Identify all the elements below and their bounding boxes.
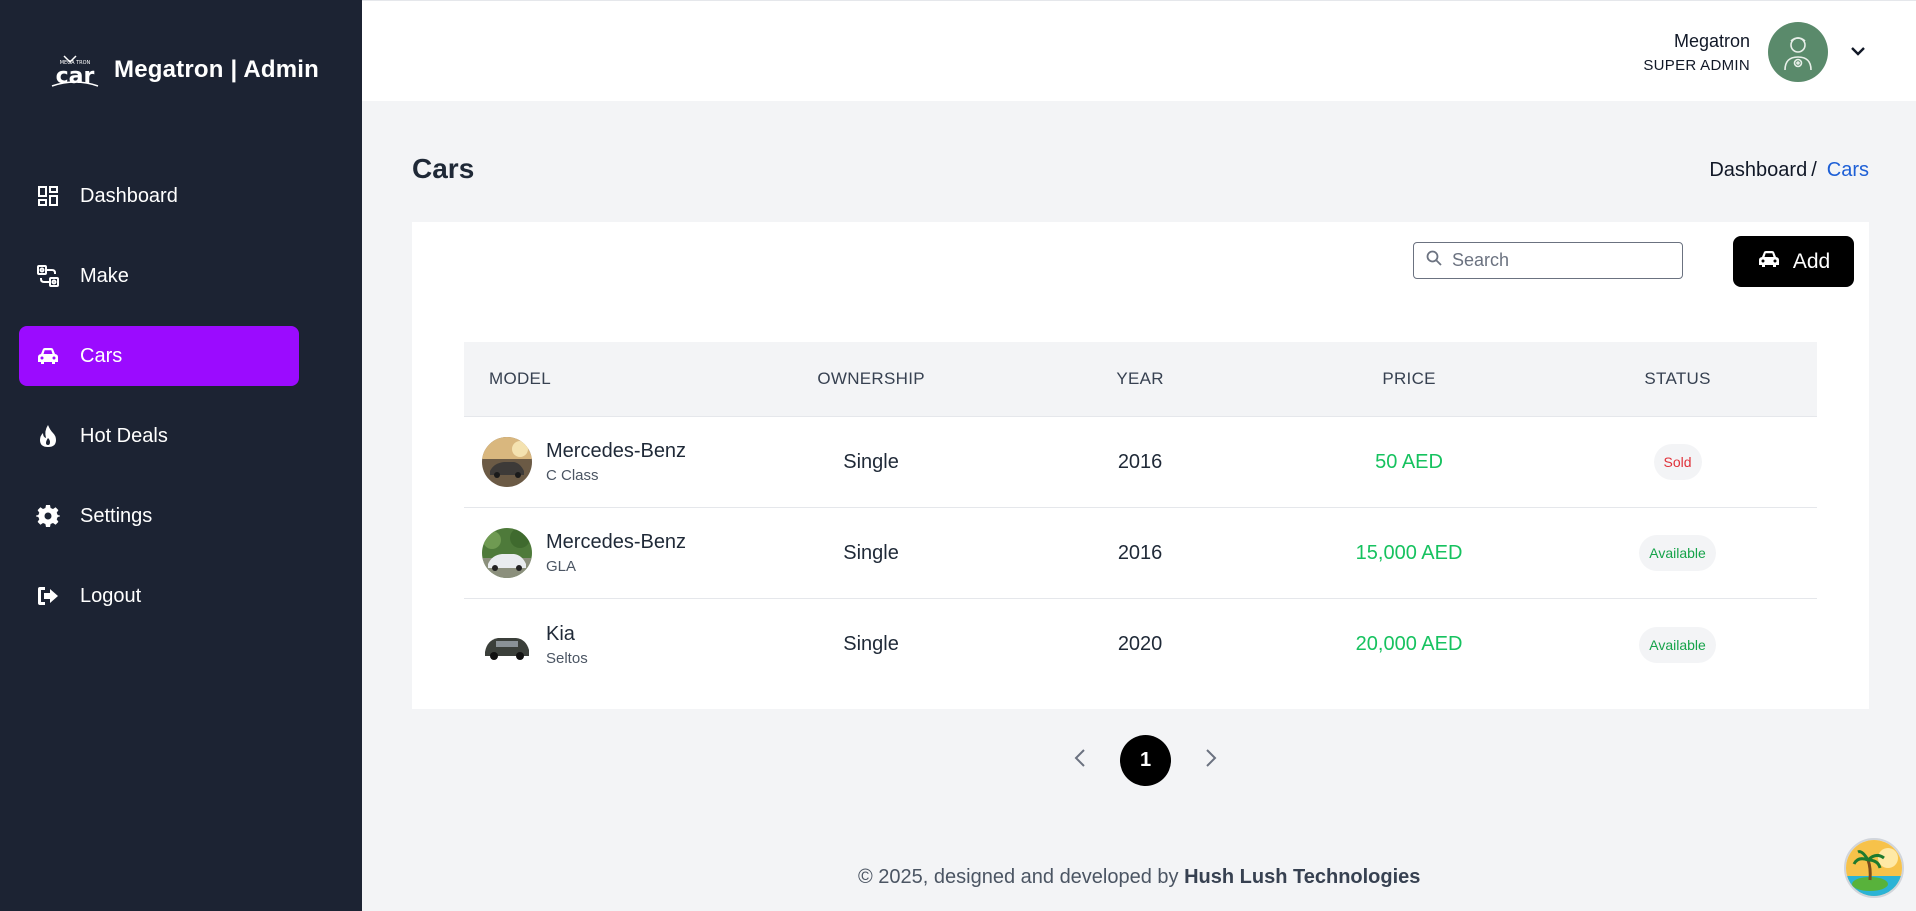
breadcrumb-separator: /	[1811, 159, 1817, 181]
sidebar-item-settings[interactable]: Settings	[19, 486, 299, 546]
column-header-price[interactable]: PRICE	[1280, 369, 1538, 389]
table-header: MODEL OWNERSHIP YEAR PRICE STATUS	[464, 342, 1817, 417]
table-row[interactable]: Mercedes-Benz GLA Single 2016 15,000 AED…	[464, 508, 1817, 599]
car-thumbnail	[482, 528, 532, 578]
model-cell: Mercedes-Benz GLA	[464, 528, 742, 578]
car-make: Kia	[546, 622, 575, 645]
pagination: 1	[1060, 735, 1231, 786]
model-cell: Kia Seltos	[464, 619, 742, 670]
model-text: Kia Seltos	[546, 623, 588, 667]
sidebar-item-label: Settings	[80, 504, 153, 527]
status-badge: Available	[1639, 535, 1716, 571]
gear-icon	[33, 501, 63, 531]
column-header-model[interactable]: MODEL	[464, 369, 742, 389]
price-cell: 20,000 AED	[1355, 633, 1463, 655]
user-info: Megatron SUPER ADMIN	[1643, 31, 1750, 74]
chevron-right-icon	[1205, 748, 1217, 773]
top-header: Megatron SUPER ADMIN	[362, 0, 1916, 101]
price-cell: 50 AED	[1375, 450, 1443, 473]
status-cell: Sold	[1538, 444, 1817, 480]
sidebar-item-label: Make	[80, 264, 129, 287]
user-name: Megatron	[1673, 31, 1750, 51]
add-car-button[interactable]: Add	[1733, 236, 1854, 287]
sidebar-item-cars[interactable]: Cars	[19, 326, 299, 386]
dashboard-icon	[33, 181, 63, 211]
ownership-cell: Single	[843, 450, 899, 473]
car-thumbnail	[482, 437, 532, 487]
sidebar-item-make[interactable]: Make	[19, 246, 299, 306]
page-number-button[interactable]: 1	[1120, 735, 1171, 786]
sidebar-item-label: Hot Deals	[80, 424, 168, 447]
footer-company: Hush Lush Technologies	[1184, 866, 1421, 888]
car-make: Mercedes-Benz	[546, 531, 687, 553]
sidebar-item-dashboard[interactable]: Dashboard	[19, 166, 299, 226]
year-cell: 2016	[1117, 450, 1163, 473]
beach-icon	[1846, 840, 1902, 896]
chevron-left-icon	[1074, 748, 1086, 773]
user-role: SUPER ADMIN	[1643, 57, 1750, 74]
avatar[interactable]	[1768, 22, 1828, 82]
year-cell: 2020	[1117, 633, 1163, 655]
car-icon	[33, 341, 63, 371]
ownership-cell: Single	[843, 541, 899, 564]
table-row[interactable]: Kia Seltos Single 2020 20,000 AED Availa…	[464, 599, 1817, 690]
model-text: Mercedes-Benz GLA	[546, 531, 686, 575]
sidebar-nav: Dashboard Make Cars Hot Deals Settings L…	[19, 166, 299, 646]
search-icon	[1426, 250, 1442, 271]
car-variant: Seltos	[546, 649, 588, 667]
brand[interactable]: MEGA TRON car Megatron | Admin	[48, 50, 319, 90]
sidebar-item-logout[interactable]: Logout	[19, 566, 299, 626]
search-input[interactable]	[1452, 250, 1672, 271]
brand-logo: MEGA TRON car	[48, 50, 102, 90]
column-header-status[interactable]: STATUS	[1538, 369, 1817, 389]
status-cell: Available	[1538, 535, 1817, 571]
car-variant: GLA	[546, 558, 577, 575]
next-page-button[interactable]	[1191, 736, 1231, 786]
car-variant: C Class	[546, 467, 599, 484]
price-cell: 15,000 AED	[1355, 541, 1463, 564]
sidebar: MEGA TRON car Megatron | Admin Dashboard	[0, 0, 362, 911]
cars-card: Add MODEL OWNERSHIP YEAR PRICE STATUS	[412, 222, 1869, 709]
column-header-year[interactable]: YEAR	[1000, 369, 1280, 389]
add-button-label: Add	[1792, 249, 1831, 273]
sidebar-item-hot-deals[interactable]: Hot Deals	[19, 406, 299, 466]
footer-text: © 2025, designed and developed by	[858, 866, 1179, 888]
year-cell: 2016	[1117, 541, 1163, 564]
brand-logo-text: car	[56, 64, 95, 89]
status-cell: Available	[1538, 626, 1817, 663]
car-make: Mercedes-Benz	[546, 440, 687, 462]
chevron-down-icon[interactable]	[1846, 39, 1870, 63]
car-icon	[1757, 249, 1781, 275]
footer: © 2025, designed and developed by Hush L…	[858, 866, 1420, 889]
breadcrumb-current: Cars	[1826, 159, 1869, 181]
table-row[interactable]: Mercedes-Benz C Class Single 2016 50 AED…	[464, 417, 1817, 508]
floating-widget-button[interactable]	[1844, 838, 1904, 898]
status-badge: Sold	[1653, 444, 1702, 480]
sidebar-item-label: Logout	[80, 584, 142, 607]
prev-page-button[interactable]	[1060, 736, 1100, 786]
search-box[interactable]	[1413, 242, 1683, 279]
status-badge: Available	[1639, 626, 1716, 663]
breadcrumb: Dashboard / Cars	[1709, 159, 1869, 182]
car-thumbnail	[482, 619, 532, 670]
breadcrumb-dashboard-link[interactable]: Dashboard	[1709, 159, 1807, 182]
ownership-cell: Single	[843, 633, 899, 655]
brand-name: Megatron | Admin	[114, 56, 320, 83]
page-title: Cars	[412, 153, 475, 184]
sidebar-item-label: Cars	[80, 344, 123, 367]
column-header-ownership[interactable]: OWNERSHIP	[742, 369, 1000, 389]
cars-table: MODEL OWNERSHIP YEAR PRICE STATUS Merced…	[464, 342, 1817, 690]
logout-icon	[33, 581, 63, 611]
model-cell: Mercedes-Benz C Class	[464, 437, 742, 487]
make-icon	[33, 261, 63, 291]
model-text: Mercedes-Benz C Class	[546, 440, 686, 484]
sidebar-item-label: Dashboard	[80, 184, 178, 207]
flame-icon	[33, 421, 63, 451]
